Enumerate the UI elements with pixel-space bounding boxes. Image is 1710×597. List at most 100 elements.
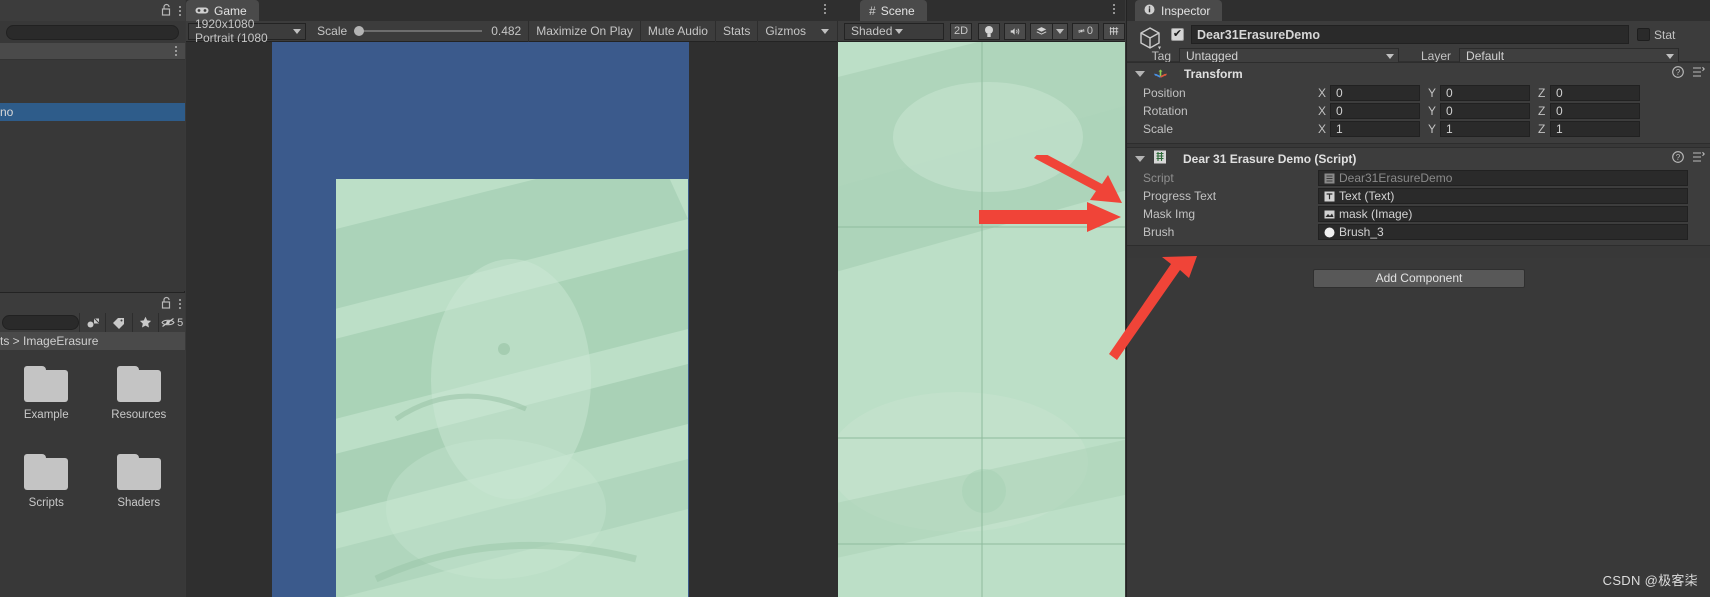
- gizmos-count: 0: [1086, 25, 1093, 37]
- project-panel-controls: [161, 296, 181, 312]
- speaker-icon[interactable]: [1004, 22, 1027, 40]
- component-settings-icon[interactable]: [1692, 151, 1705, 166]
- tab-inspector[interactable]: Inspector: [1135, 0, 1223, 21]
- gizmos-dropdown[interactable]: [813, 20, 838, 42]
- hierarchy-scene-row[interactable]: [0, 43, 185, 60]
- layer-value: Default: [1466, 49, 1505, 63]
- scene-view-canvas[interactable]: [838, 42, 1125, 597]
- gameobject-enabled-checkbox[interactable]: ✔: [1171, 28, 1184, 41]
- kebab-menu-icon[interactable]: [179, 299, 181, 309]
- text-component-icon: [1323, 190, 1335, 202]
- lock-open-icon[interactable]: [161, 296, 172, 312]
- position-y-input[interactable]: 0: [1440, 85, 1530, 101]
- resolution-dropdown[interactable]: 1920x1080 Portrait (1080: [188, 17, 307, 45]
- component-title: Transform: [1184, 66, 1243, 81]
- foldout-arrow-icon[interactable]: [1135, 70, 1145, 77]
- asset-item[interactable]: Example: [0, 366, 93, 454]
- help-icon[interactable]: ?: [1672, 151, 1684, 166]
- asset-label: Example: [23, 409, 69, 421]
- position-z-input[interactable]: 0: [1550, 85, 1640, 101]
- tab-scene-label: Scene: [880, 3, 915, 18]
- label-filter-icon[interactable]: [105, 313, 132, 332]
- asset-item[interactable]: Scripts: [0, 454, 93, 542]
- kebab-menu-icon[interactable]: [179, 6, 181, 16]
- hierarchy-tree: no: [0, 43, 185, 291]
- svg-text:?: ?: [1676, 153, 1681, 162]
- scale-z-input[interactable]: 1: [1550, 121, 1640, 137]
- script-object-field[interactable]: Dear31ErasureDemo: [1318, 170, 1688, 186]
- chevron-down-icon: [821, 28, 829, 34]
- scale-value: 0.482: [491, 24, 522, 38]
- scale-x-input[interactable]: 1: [1330, 121, 1420, 137]
- scale-slider[interactable]: Scale 0.482: [306, 21, 528, 42]
- draw-mode-dropdown[interactable]: Shaded: [844, 22, 945, 40]
- static-toggle[interactable]: Stat: [1637, 25, 1675, 44]
- scale-label: Scale: [317, 24, 348, 38]
- breadcrumb[interactable]: ts > ImageErasure: [0, 332, 185, 350]
- asset-label: Shaders: [117, 497, 161, 509]
- progress-text-object-field[interactable]: Text (Text): [1318, 188, 1688, 204]
- brush-object-field[interactable]: Brush_3: [1318, 224, 1688, 240]
- static-checkbox[interactable]: [1637, 28, 1650, 41]
- game-view-canvas[interactable]: [186, 42, 838, 597]
- transform-axis-icon: [1153, 65, 1168, 82]
- hidden-items-toggle[interactable]: 5: [158, 313, 185, 332]
- effects-layers-icon[interactable]: [1030, 22, 1053, 40]
- axis-z-label: Z: [1538, 104, 1546, 118]
- effects-dropdown[interactable]: [1052, 22, 1069, 40]
- stats-button[interactable]: Stats: [716, 20, 759, 42]
- foldout-arrow-icon[interactable]: [1135, 155, 1145, 162]
- gizmos-label: Gizmos: [765, 24, 806, 38]
- image-component-icon: [1323, 208, 1335, 220]
- axis-z-label: Z: [1538, 122, 1546, 136]
- scale-y-input[interactable]: 1: [1440, 121, 1530, 137]
- resolution-label: 1920x1080 Portrait (1080: [195, 17, 268, 45]
- prop-label: Rotation: [1143, 104, 1188, 118]
- axis-x-label: X: [1318, 86, 1327, 100]
- watermark: CSDN @极客柒: [1603, 570, 1698, 589]
- erasure-mask-image: [336, 179, 688, 597]
- rotation-x-input[interactable]: 0: [1330, 103, 1420, 119]
- component-header[interactable]: Transform ?: [1127, 62, 1710, 84]
- static-label: Stat: [1654, 27, 1676, 42]
- kebab-menu-icon[interactable]: [175, 46, 177, 56]
- help-icon[interactable]: ?: [1672, 66, 1684, 81]
- rotation-y-input[interactable]: 0: [1440, 103, 1530, 119]
- mute-audio-button[interactable]: Mute Audio: [641, 20, 716, 42]
- scene-grid-icon[interactable]: [1103, 22, 1125, 40]
- position-x-value: 0: [1336, 86, 1343, 100]
- hierarchy-search-input[interactable]: [6, 24, 179, 40]
- project-search-input[interactable]: [2, 315, 79, 330]
- prop-progress-text-row: Progress Text Text (Text): [1127, 187, 1710, 205]
- toggle-2d-button[interactable]: 2D: [950, 22, 973, 40]
- favorite-star-icon[interactable]: [131, 313, 159, 332]
- axis-x-label: X: [1318, 104, 1327, 118]
- gameobject-name-input[interactable]: Dear31ErasureDemo: [1191, 25, 1629, 44]
- component-header[interactable]: Dear 31 Erasure Demo (Script) ?: [1127, 147, 1710, 169]
- scale-slider-knob[interactable]: [354, 26, 365, 36]
- hierarchy-item-selected[interactable]: no: [0, 103, 185, 121]
- asset-label: Scripts: [28, 497, 64, 509]
- add-component-button[interactable]: Add Component: [1313, 268, 1525, 288]
- position-x-input[interactable]: 0: [1330, 85, 1420, 101]
- scale-slider-track[interactable]: [354, 26, 483, 36]
- asset-item[interactable]: Shaders: [93, 454, 186, 542]
- lock-open-icon[interactable]: [161, 3, 172, 19]
- maximize-on-play-button[interactable]: Maximize On Play: [528, 20, 641, 42]
- rotation-z-input[interactable]: 0: [1550, 103, 1640, 119]
- mask-img-object-field[interactable]: mask (Image): [1318, 206, 1688, 222]
- chevron-down-icon: [1386, 53, 1394, 59]
- gizmos-button[interactable]: Gizmos: [758, 21, 813, 42]
- brush-value: Brush_3: [1339, 225, 1384, 239]
- asset-item[interactable]: Resources: [93, 366, 186, 454]
- tab-scene[interactable]: # Scene: [860, 0, 927, 21]
- asset-type-filter-icon[interactable]: [78, 313, 106, 332]
- kebab-menu-icon[interactable]: [1113, 4, 1115, 14]
- draw-mode-label: Shaded: [851, 24, 893, 38]
- kebab-menu-icon[interactable]: [824, 4, 826, 14]
- left-panel: no 5 ts > ImageErasure Example Resources…: [0, 0, 185, 597]
- component-settings-icon[interactable]: [1692, 66, 1705, 81]
- gizmos-toggle[interactable]: 0: [1072, 22, 1099, 40]
- axis-y-label: Y: [1428, 86, 1437, 100]
- lightbulb-icon[interactable]: [978, 22, 1001, 40]
